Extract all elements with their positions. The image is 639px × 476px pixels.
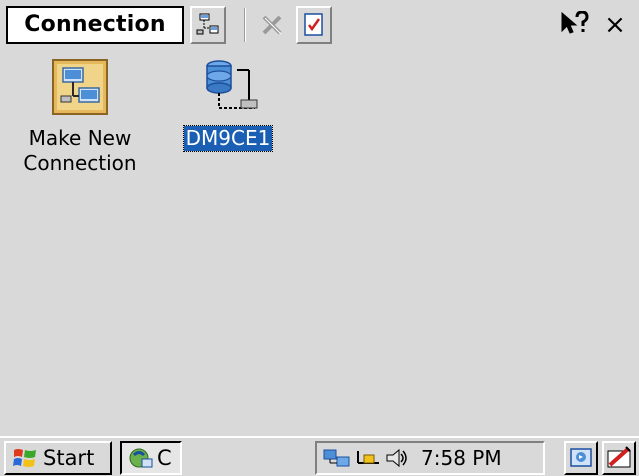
system-tray: 7:58 PM — [315, 441, 545, 475]
show-desktop-button[interactable] — [564, 441, 598, 475]
connect-icon — [196, 13, 219, 35]
delete-button[interactable] — [254, 6, 290, 44]
connection-menu-button[interactable]: Connection — [6, 6, 184, 44]
properties-button[interactable] — [296, 6, 332, 44]
network-status-icon[interactable] — [323, 447, 351, 469]
connection-task-button[interactable]: C — [120, 441, 182, 475]
delete-icon — [262, 15, 282, 35]
show-desktop-icon — [570, 448, 592, 467]
dm9ce1-label: DM9CE1 — [182, 125, 274, 152]
task-label: C — [157, 446, 172, 470]
make-new-connection-label-line2: Connection — [23, 151, 137, 175]
volume-icon[interactable] — [385, 447, 409, 469]
ethernet-icon[interactable] — [355, 447, 381, 469]
make-new-connection-label-line1: Make New — [28, 126, 132, 150]
input-panel-button[interactable] — [602, 441, 636, 475]
close-button[interactable]: × — [597, 6, 633, 44]
network-connection-icon — [206, 60, 258, 109]
clock[interactable]: 7:58 PM — [421, 446, 502, 470]
close-icon: × — [604, 10, 626, 40]
input-panel-icon — [607, 446, 631, 468]
help-icon — [561, 11, 589, 34]
dm9ce1-connection-item[interactable]: DM9CE1 — [172, 56, 284, 152]
connection-task-icon — [129, 448, 153, 468]
taskbar: Start C 7:58 PM — [0, 436, 639, 476]
make-new-connection-icon — [52, 59, 108, 115]
connect-button[interactable] — [190, 6, 226, 44]
command-bar: Connection × — [0, 0, 639, 50]
properties-icon — [304, 13, 323, 36]
start-label: Start — [43, 446, 95, 470]
windows-logo-icon — [13, 449, 36, 467]
toolbar-separator — [244, 8, 246, 42]
help-button[interactable] — [556, 6, 592, 44]
make-new-connection-item[interactable]: Make New Connection — [10, 56, 150, 176]
start-button[interactable]: Start — [4, 441, 112, 475]
